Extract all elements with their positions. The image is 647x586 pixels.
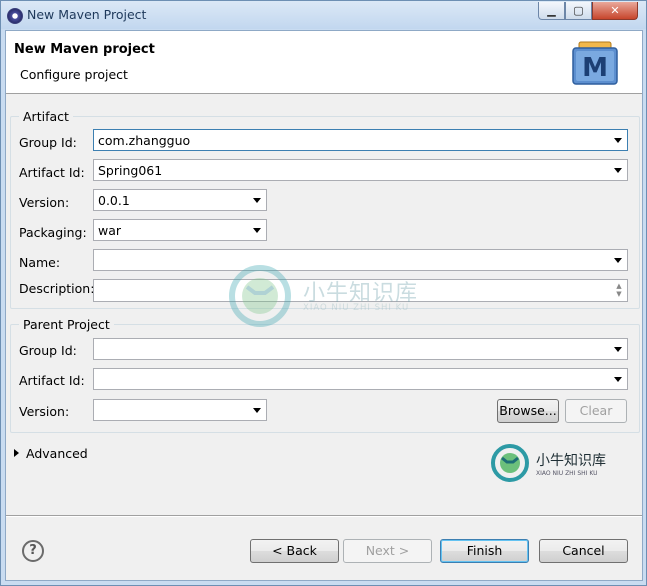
page-title: New Maven project [14, 42, 155, 57]
name-label: Name: [19, 255, 61, 270]
watermark-logo-icon [229, 265, 291, 327]
help-icon[interactable]: ? [22, 540, 44, 562]
parent-artifact-id-label: Artifact Id: [19, 373, 85, 388]
eclipse-icon [7, 8, 23, 24]
chevron-down-icon[interactable] [253, 228, 261, 233]
close-button[interactable]: ✕ [592, 2, 638, 20]
chevron-down-icon[interactable] [614, 258, 622, 263]
next-button[interactable]: Next > [343, 539, 432, 563]
parent-group-id-label: Group Id: [19, 343, 77, 358]
group-id-value: com.zhangguo [98, 133, 191, 148]
version-value: 0.0.1 [98, 193, 130, 208]
artifact-group-label: Artifact [19, 109, 73, 124]
packaging-value: war [98, 223, 122, 238]
artifact-id-value: Spring061 [98, 163, 163, 178]
wizard-header: New Maven project Configure project M [6, 31, 642, 94]
maven-logo-letter: M [582, 53, 608, 83]
watermark-center: 小牛知识库 XIAO NIU ZHI SHI KU [227, 263, 427, 331]
browse-button[interactable]: Browse... [497, 399, 559, 423]
title-bar[interactable]: New Maven Project ▁ ▢ ✕ [1, 1, 646, 29]
clear-button[interactable]: Clear [565, 399, 627, 423]
parent-version-label: Version: [19, 404, 70, 419]
cancel-button[interactable]: Cancel [539, 539, 628, 563]
chevron-down-icon[interactable] [614, 377, 622, 382]
group-id-label: Group Id: [19, 135, 77, 150]
version-combo[interactable]: 0.0.1 [93, 189, 267, 211]
watermark-logo-small-icon [491, 444, 529, 482]
maven-logo-icon: M [572, 41, 618, 85]
chevron-down-icon[interactable] [614, 138, 622, 143]
dialog-body: New Maven project Configure project M Ar… [5, 30, 643, 581]
watermark-subtext: XIAO NIU ZHI SHI KU [303, 303, 410, 313]
watermark-small-subtext: XIAO NIU ZHI SHI KU [536, 470, 598, 477]
minimize-button[interactable]: ▁ [538, 2, 565, 20]
watermark-small-text: 小牛知识库 [536, 453, 606, 469]
parent-group-id-combo[interactable] [93, 338, 628, 360]
window-title: New Maven Project [27, 7, 147, 22]
parent-version-combo[interactable] [93, 399, 267, 421]
back-button[interactable]: < Back [250, 539, 339, 563]
footer-separator [6, 515, 642, 517]
advanced-section-toggle[interactable]: Advanced [26, 446, 88, 461]
version-label: Version: [19, 195, 70, 210]
description-label: Description: [19, 281, 95, 296]
maven-wizard-window: New Maven Project ▁ ▢ ✕ New Maven projec… [0, 0, 647, 586]
watermark-corner: 小牛知识库 XIAO NIU ZHI SHI KU [490, 443, 630, 487]
packaging-combo[interactable]: war [93, 219, 267, 241]
parent-artifact-id-combo[interactable] [93, 368, 628, 390]
artifact-id-label: Artifact Id: [19, 165, 85, 180]
scroll-arrows-icon[interactable]: ▲ ▼ [614, 282, 624, 298]
chevron-down-icon[interactable] [614, 347, 622, 352]
chevron-down-icon[interactable] [614, 168, 622, 173]
artifact-id-combo[interactable]: Spring061 [93, 159, 628, 181]
parent-project-group-label: Parent Project [19, 317, 114, 332]
group-id-combo[interactable]: com.zhangguo [93, 129, 628, 151]
page-subtitle: Configure project [20, 67, 128, 82]
maximize-button[interactable]: ▢ [565, 2, 592, 20]
chevron-down-icon[interactable] [253, 408, 261, 413]
chevron-down-icon[interactable] [253, 198, 261, 203]
finish-button[interactable]: Finish [440, 539, 529, 563]
packaging-label: Packaging: [19, 225, 87, 240]
expand-triangle-icon[interactable] [14, 449, 19, 457]
